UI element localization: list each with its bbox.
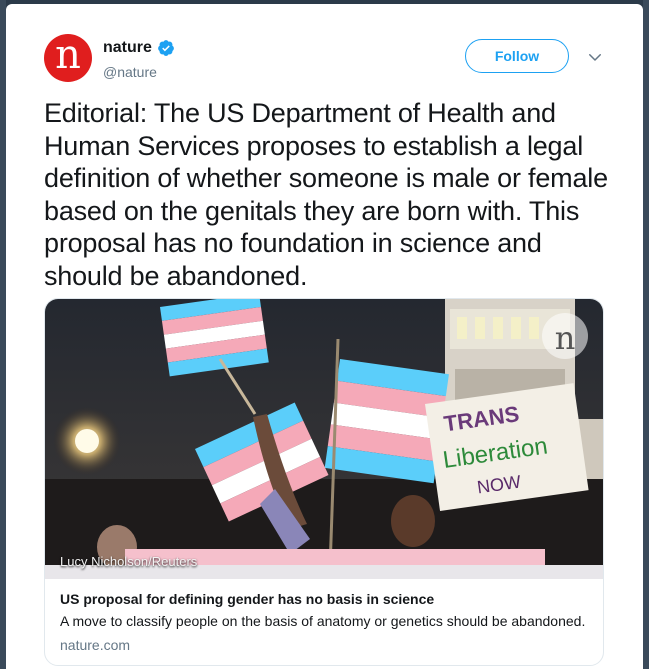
verified-badge-icon [158,40,174,56]
link-card[interactable]: TRANS Liberation NOW n Lucy Nicholson/Re… [44,298,604,666]
display-name[interactable]: nature [103,39,152,57]
avatar-letter: n [55,32,81,78]
nature-watermark-icon: n [555,319,576,357]
card-photo[interactable]: TRANS Liberation NOW n [45,299,604,579]
tweet-text: Editorial: The US Department of Health a… [44,98,608,291]
tweet-modal: n nature @nature Follow Editorial: The U… [6,4,643,669]
card-description: A move to classify people on the basis o… [60,613,586,629]
avatar[interactable]: n [44,34,92,82]
card-domain[interactable]: nature.com [60,637,130,653]
user-handle[interactable]: @nature [103,64,157,80]
chevron-down-icon[interactable] [586,48,604,66]
card-title[interactable]: US proposal for defining gender has no b… [60,591,434,607]
background-page-right [643,0,649,669]
follow-button[interactable]: Follow [465,39,569,73]
photo-credit: Lucy Nicholson/Reuters [60,554,198,569]
author-name-row: nature [103,39,175,57]
